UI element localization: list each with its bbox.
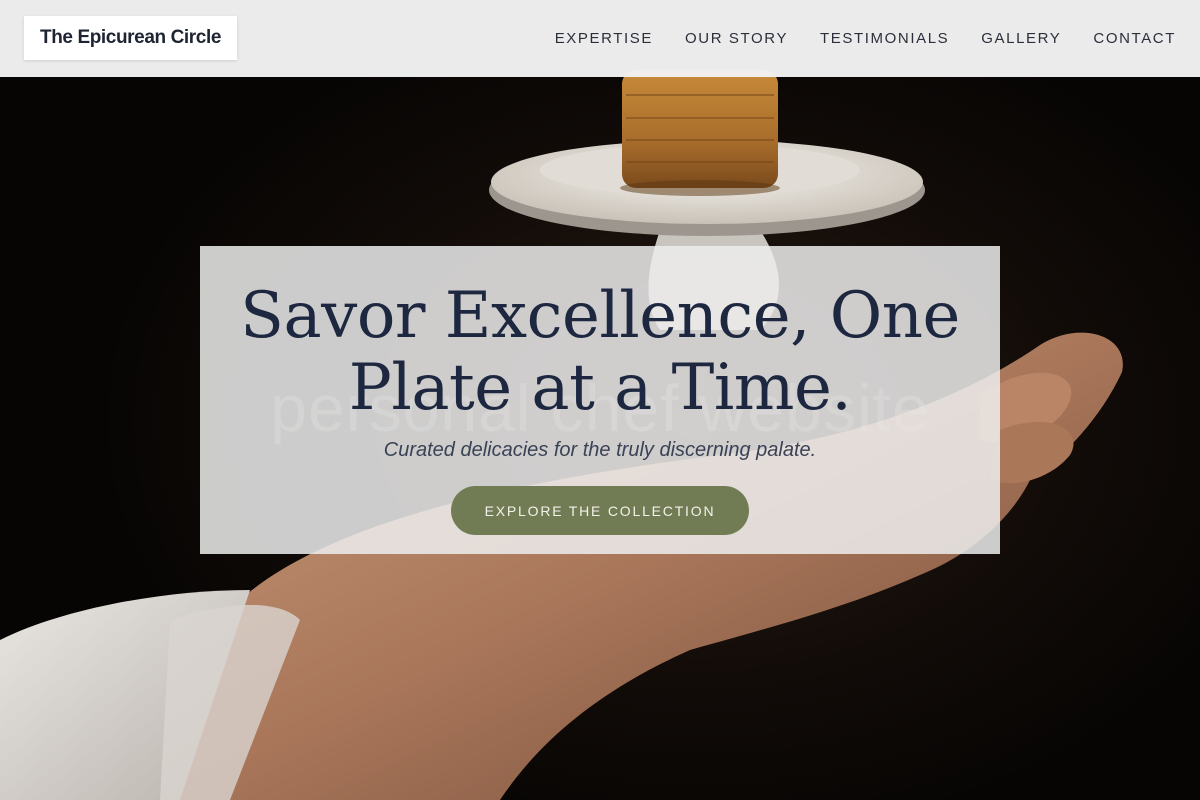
nav-link-expertise[interactable]: EXPERTISE: [555, 30, 653, 47]
site-header: The Epicurean Circle EXPERTISE OUR STORY…: [0, 0, 1200, 77]
nav-link-gallery[interactable]: GALLERY: [981, 30, 1061, 47]
nav-link-testimonials[interactable]: TESTIMONIALS: [820, 30, 949, 47]
explore-collection-button[interactable]: EXPLORE THE COLLECTION: [451, 486, 749, 535]
hero-title: Savor Excellence, One Plate at a Time.: [240, 279, 960, 425]
hero-card: Savor Excellence, One Plate at a Time. C…: [200, 246, 1000, 554]
nav-link-contact[interactable]: CONTACT: [1093, 30, 1176, 47]
logo-text: The Epicurean Circle: [39, 27, 221, 48]
hero-subtitle: Curated delicacies for the truly discern…: [383, 439, 817, 461]
landing-page: The Epicurean Circle EXPERTISE OUR STORY…: [0, 0, 1200, 800]
main-nav: EXPERTISE OUR STORY TESTIMONIALS GALLERY…: [555, 0, 1176, 77]
logo[interactable]: The Epicurean Circle: [24, 16, 237, 60]
nav-link-our-story[interactable]: OUR STORY: [685, 30, 788, 47]
